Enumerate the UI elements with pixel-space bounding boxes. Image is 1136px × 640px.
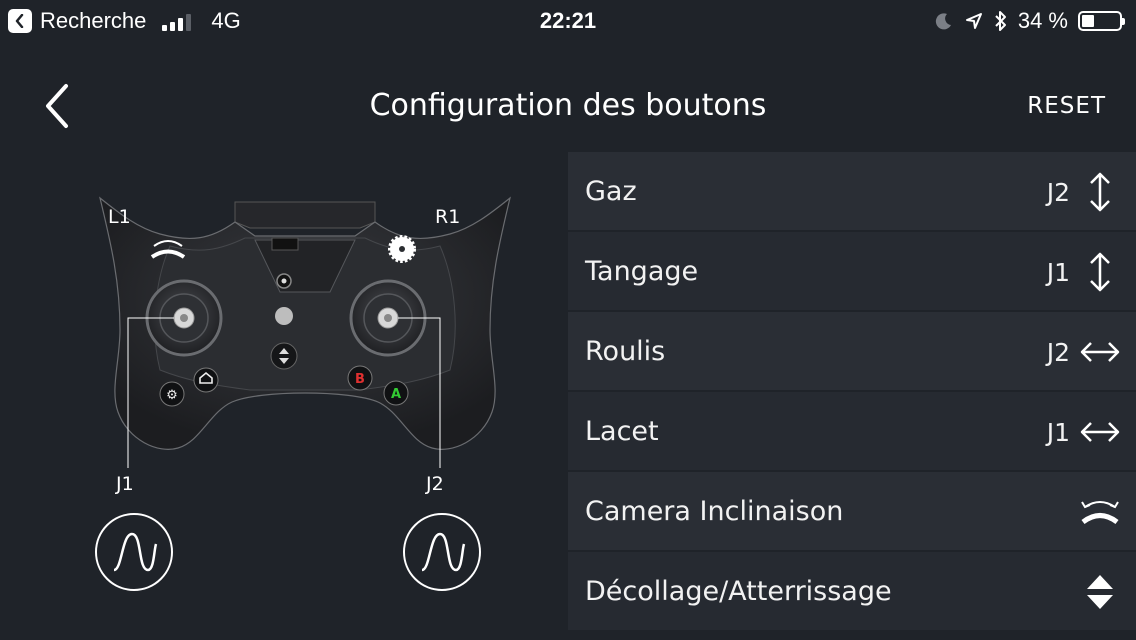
j2-label: J2 <box>426 473 444 495</box>
camera-tilt-icon <box>1078 490 1122 534</box>
svg-text:⚙: ⚙ <box>166 388 178 403</box>
mapping-label: Tangage <box>585 256 699 287</box>
r1-label: R1 <box>435 206 461 228</box>
mapping-value: J2 <box>1046 337 1070 367</box>
battery-icon <box>1078 11 1125 31</box>
j2-curve-button[interactable] <box>402 512 482 592</box>
horizontal-arrows-icon <box>1078 410 1122 454</box>
mapping-value: J1 <box>1046 257 1070 287</box>
l1-label: L1 <box>108 206 131 228</box>
controller-diagram: ⚙ B A L1 R1 J1 J2 <box>60 150 540 610</box>
mapping-value: J2 <box>1046 177 1070 207</box>
mapping-label: Lacet <box>585 416 659 447</box>
j1-label: J1 <box>116 473 134 495</box>
mapping-value: J1 <box>1046 417 1070 447</box>
vertical-arrows-icon <box>1078 250 1122 294</box>
mapping-row-lacet[interactable]: Lacet J1 <box>568 392 1136 470</box>
reset-button[interactable]: RESET <box>1027 90 1106 122</box>
horizontal-arrows-icon <box>1078 330 1122 374</box>
status-right: 34 % <box>934 6 1125 36</box>
mapping-label: Camera Inclinaison <box>585 496 844 527</box>
mapping-row-tangage[interactable]: Tangage J1 <box>568 232 1136 310</box>
page-title: Configuration des boutons <box>369 88 767 123</box>
mapping-label: Décollage/Atterrissage <box>585 576 892 607</box>
takeoff-landing-icon <box>1078 570 1122 614</box>
mapping-row-decollage-atterrissage[interactable]: Décollage/Atterrissage <box>568 552 1136 630</box>
moon-icon <box>935 13 951 30</box>
header: Configuration des boutons RESET <box>0 70 1136 142</box>
mapping-row-camera-inclinaison[interactable]: Camera Inclinaison <box>568 472 1136 550</box>
mapping-label: Roulis <box>585 336 666 367</box>
location-arrow-icon <box>965 13 982 29</box>
bluetooth-icon <box>995 11 1006 31</box>
vertical-arrows-icon <box>1078 170 1122 214</box>
svg-text:A: A <box>391 387 401 402</box>
button-mapping-list: Gaz J2 Tangage J1 Roulis J2 Lacet J1 Cam… <box>568 152 1136 632</box>
status-bar: Recherche 4G 22:21 34 % <box>0 0 1136 42</box>
battery-percent: 34 % <box>1017 8 1068 33</box>
mapping-row-roulis[interactable]: Roulis J2 <box>568 312 1136 390</box>
j1-curve-button[interactable] <box>94 512 174 592</box>
mapping-label: Gaz <box>585 176 637 207</box>
svg-text:B: B <box>355 372 365 387</box>
mapping-row-gaz[interactable]: Gaz J2 <box>568 152 1136 230</box>
